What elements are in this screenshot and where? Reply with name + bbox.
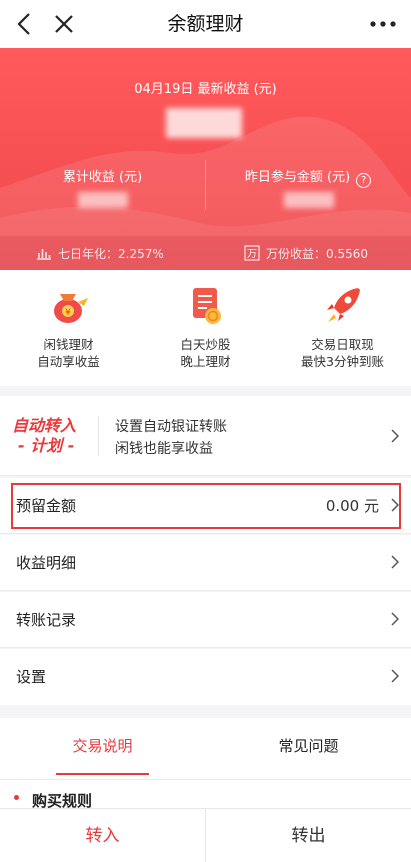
chevron-right-icon	[391, 429, 399, 443]
cumulative-income-value-masked	[78, 192, 128, 208]
more-dots-icon	[370, 21, 396, 27]
chevron-right-icon	[391, 555, 399, 569]
seven-day-yield-text: 七日年化：2.257%	[58, 246, 164, 261]
yesterday-amount-label: 昨日参与金额 (元)?	[205, 166, 411, 188]
bottom-action-bar: 转入 转出	[0, 808, 411, 862]
nav-bar: 余额理财	[0, 0, 411, 48]
feature-text: 闲钱理财 自动享收益	[0, 336, 137, 370]
cumulative-income-label: 累计收益 (元)	[62, 170, 143, 185]
row-divider	[0, 647, 411, 648]
transfer-in-button[interactable]: 转入	[0, 809, 205, 862]
row-divider	[0, 533, 411, 534]
transfer-record-row[interactable]: 转账记录	[0, 592, 411, 648]
info-tabs: 交易说明 常见问题	[0, 718, 411, 780]
tab-active-indicator	[56, 773, 149, 775]
plan-logo: 自动转入 - 计划 -	[12, 416, 76, 456]
per-ten-thousand-text: 万份收益：0.5560	[266, 246, 368, 261]
feature-line2: 晚上理财	[180, 354, 231, 369]
feature-text: 交易日取现 最快3分钟到账	[274, 336, 411, 370]
transfer-record-label: 转账记录	[16, 611, 77, 629]
feature-strip: ¥ 闲钱理财 自动享收益 白天炒股 晚上理财 交易日取现 最快3分钟到账	[0, 270, 411, 386]
more-button[interactable]	[363, 0, 403, 48]
settings-row[interactable]: 设置	[0, 649, 411, 705]
wan-badge-icon: 万	[244, 245, 260, 261]
reserve-amount-row[interactable]: 预留金额 0.00 元	[0, 478, 411, 534]
yield-stats-bar: 七日年化：2.257% 万 万份收益：0.5560	[0, 236, 411, 270]
latest-income-label: 04月19日 最新收益 (元)	[134, 82, 277, 97]
feature-line1: 白天炒股	[180, 337, 231, 352]
question-icon[interactable]: ?	[356, 173, 372, 188]
document-coin-icon	[193, 288, 221, 324]
plan-logo-line1: 自动转入	[12, 416, 77, 435]
row-divider	[0, 475, 411, 476]
close-button[interactable]	[48, 0, 80, 48]
feature-day-trade[interactable]: 白天炒股 晚上理财	[137, 270, 274, 386]
plan-description: 设置自动银证转账 闲钱也能享收益	[115, 416, 227, 460]
earnings-summary: 04月19日 最新收益 (元) 累计收益 (元) 昨日参与金额 (元)? 七日年…	[0, 48, 411, 270]
feature-fast-withdraw[interactable]: 交易日取现 最快3分钟到账	[274, 270, 411, 386]
per-ten-thousand-income: 万 万份收益：0.5560	[244, 236, 368, 270]
money-bag-icon: ¥	[54, 294, 88, 323]
tab-faq-label: 常见问题	[278, 737, 339, 755]
feature-line2: 最快3分钟到账	[301, 354, 384, 369]
wan-badge-text: 万	[247, 249, 257, 260]
chevron-left-icon	[17, 13, 30, 35]
seven-day-yield: 七日年化：2.257%	[36, 236, 164, 270]
feature-idle-money[interactable]: ¥ 闲钱理财 自动享收益	[0, 270, 137, 386]
row-divider	[0, 590, 411, 591]
settings-label: 设置	[16, 668, 47, 686]
chevron-right-icon	[391, 498, 399, 512]
feature-text: 白天炒股 晚上理财	[137, 336, 274, 370]
bullet-dot	[14, 795, 19, 800]
back-button[interactable]	[8, 0, 40, 48]
feature-line1: 交易日取现	[311, 337, 374, 352]
chevron-right-icon	[391, 612, 399, 626]
tab-faq[interactable]: 常见问题	[206, 718, 411, 780]
feature-line2: 自动享收益	[37, 354, 100, 369]
tab-trade-info[interactable]: 交易说明	[0, 718, 205, 780]
reserve-amount-value: 0.00 元	[325, 497, 379, 515]
close-icon	[55, 15, 73, 33]
feature-line1: 闲钱理财	[43, 337, 94, 352]
latest-income-value-masked	[166, 108, 242, 138]
rocket-icon	[327, 288, 360, 322]
transfer-out-button[interactable]: 转出	[206, 809, 411, 862]
svg-text:¥: ¥	[65, 308, 71, 318]
plan-line2: 闲钱也能享收益	[115, 441, 213, 457]
chevron-right-icon	[391, 669, 399, 683]
bar-chart-icon	[37, 249, 51, 260]
plan-line1: 设置自动银证转账	[115, 419, 227, 435]
yesterday-amount-value-masked	[284, 192, 334, 208]
reserve-amount-label: 预留金额	[16, 497, 77, 515]
yesterday-amount-text: 昨日参与金额 (元)	[244, 170, 351, 185]
auto-transfer-plan[interactable]: 自动转入 - 计划 - 设置自动银证转账 闲钱也能享收益	[0, 396, 411, 476]
income-detail-row[interactable]: 收益明细	[0, 535, 411, 591]
tab-trade-info-label: 交易说明	[72, 737, 133, 755]
income-detail-label: 收益明细	[16, 554, 77, 572]
buy-rules-section: 购买规则	[0, 780, 411, 810]
plan-separator	[98, 416, 99, 456]
plan-logo-line2: - 计划 -	[18, 436, 75, 455]
